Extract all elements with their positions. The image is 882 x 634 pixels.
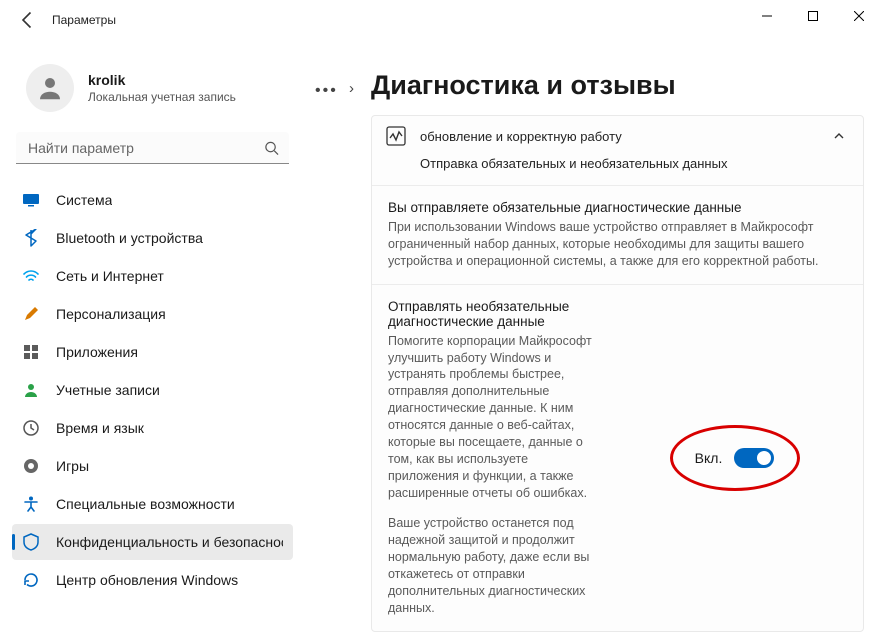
chevron-right-icon: › (349, 80, 354, 97)
profile-name: krolik (88, 72, 236, 88)
card-header-text: обновление и корректную работу (420, 129, 831, 144)
section-title: Отправлять необязательные диагностически… (388, 299, 598, 329)
sidebar-item-label: Приложения (56, 344, 138, 360)
wifi-icon (22, 267, 40, 285)
sidebar-item-network[interactable]: Сеть и Интернет (12, 258, 293, 294)
chevron-up-icon[interactable] (831, 128, 847, 144)
profile-block[interactable]: krolik Локальная учетная запись (4, 48, 301, 132)
page-title: Диагностика и отзывы (371, 70, 676, 101)
sidebar-item-accessibility[interactable]: Специальные возможности (12, 486, 293, 522)
maximize-button[interactable] (790, 0, 836, 32)
back-button[interactable] (18, 10, 38, 30)
window-controls (744, 0, 882, 32)
gaming-icon (22, 457, 40, 475)
sidebar-item-label: Сеть и Интернет (56, 268, 164, 284)
close-icon (854, 11, 864, 21)
nav-list: Система Bluetooth и устройства Сеть и Ин… (4, 182, 301, 598)
system-icon (22, 191, 40, 209)
sidebar-item-label: Bluetooth и устройства (56, 230, 203, 246)
sidebar-item-label: Игры (56, 458, 89, 474)
sidebar-item-apps[interactable]: Приложения (12, 334, 293, 370)
sidebar-item-label: Система (56, 192, 112, 208)
minimize-button[interactable] (744, 0, 790, 32)
sidebar-item-update[interactable]: Центр обновления Windows (12, 562, 293, 598)
optional-data-section: Отправлять необязательные диагностически… (372, 284, 863, 631)
diagnostic-icon (386, 126, 406, 146)
avatar (26, 64, 74, 112)
brush-icon (22, 305, 40, 323)
sidebar-item-label: Учетные записи (56, 382, 160, 398)
sidebar-item-bluetooth[interactable]: Bluetooth и устройства (12, 220, 293, 256)
required-data-section: Вы отправляете обязательные диагностичес… (372, 185, 863, 284)
search-wrap (16, 132, 289, 164)
sidebar-item-accounts[interactable]: Учетные записи (12, 372, 293, 408)
sidebar-item-label: Время и язык (56, 420, 144, 436)
toggle-label: Вкл. (695, 450, 723, 466)
optional-data-toggle[interactable] (734, 448, 774, 468)
accessibility-icon (22, 495, 40, 513)
profile-subtitle: Локальная учетная запись (88, 90, 236, 104)
sidebar-item-label: Конфиденциальность и безопасность (56, 534, 283, 550)
bluetooth-icon (22, 229, 40, 247)
sidebar-item-label: Центр обновления Windows (56, 572, 238, 588)
sidebar-item-time[interactable]: Время и язык (12, 410, 293, 446)
section-title: Вы отправляете обязательные диагностичес… (388, 200, 847, 215)
person-icon (35, 73, 65, 103)
section-body: При использовании Windows ваше устройств… (388, 219, 847, 270)
sidebar-item-privacy[interactable]: Конфиденциальность и безопасность (12, 524, 293, 560)
window-title: Параметры (52, 13, 116, 27)
clock-icon (22, 419, 40, 437)
close-button[interactable] (836, 0, 882, 32)
sidebar-item-label: Персонализация (56, 306, 166, 322)
diagnostic-card: обновление и корректную работу Отправка … (371, 115, 864, 632)
card-subtitle: Отправка обязательных и необязательных д… (372, 152, 863, 185)
arrow-left-icon (18, 10, 38, 30)
shield-icon (22, 533, 40, 551)
sidebar: krolik Локальная учетная запись Система … (0, 40, 305, 634)
apps-icon (22, 343, 40, 361)
section-body: Помогите корпорации Майкрософт улучшить … (388, 333, 598, 502)
section-body-2: Ваше устройство останется под надежной з… (388, 515, 598, 616)
accounts-icon (22, 381, 40, 399)
card-header[interactable]: обновление и корректную работу (372, 116, 863, 152)
search-input[interactable] (16, 132, 289, 164)
breadcrumb-overflow[interactable]: ••• (315, 82, 338, 100)
main-content: ••• › Диагностика и отзывы обновление и … (305, 40, 882, 634)
sidebar-item-gaming[interactable]: Игры (12, 448, 293, 484)
sidebar-item-label: Специальные возможности (56, 496, 235, 512)
minimize-icon (762, 11, 772, 21)
toggle-area: Вкл. (622, 448, 847, 468)
maximize-icon (808, 11, 818, 21)
page-header: ••• › Диагностика и отзывы (371, 70, 864, 101)
update-icon (22, 571, 40, 589)
sidebar-item-personalization[interactable]: Персонализация (12, 296, 293, 332)
sidebar-item-system[interactable]: Система (12, 182, 293, 218)
